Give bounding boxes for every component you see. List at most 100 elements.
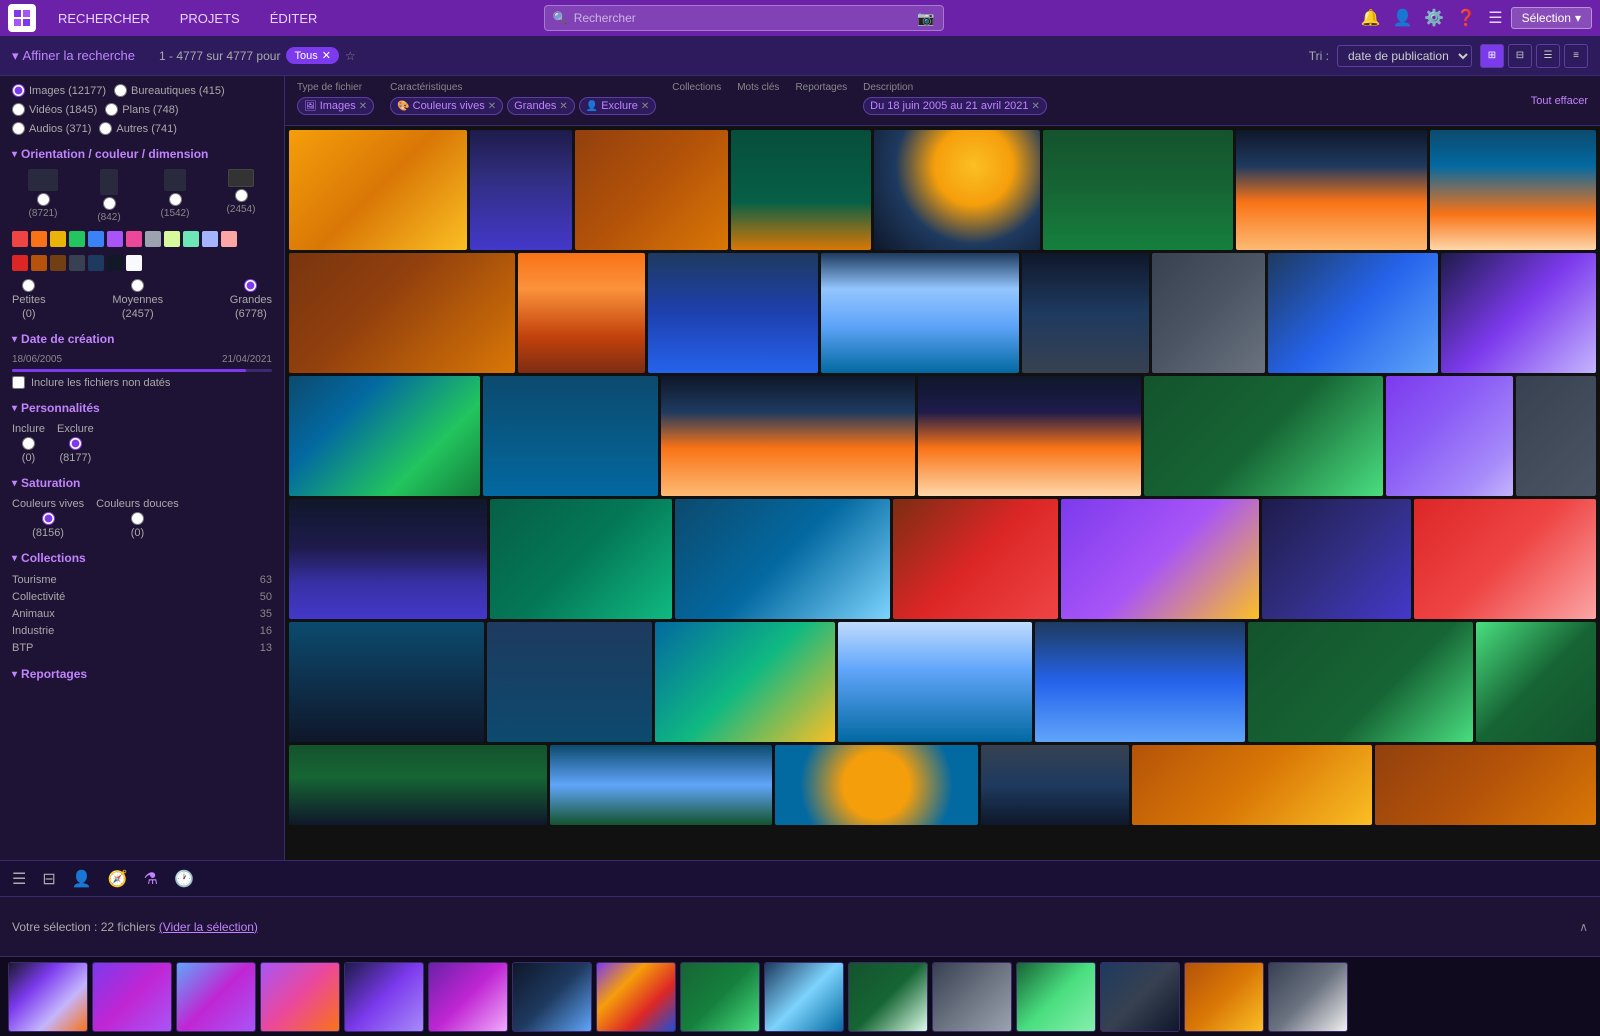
swatch-brown[interactable] [31, 255, 47, 271]
grid-img-6-2[interactable] [550, 745, 771, 825]
collection-btp[interactable]: BTP 13 [12, 641, 272, 655]
grid-img-4-6[interactable] [1262, 499, 1411, 619]
grid-img-3-6[interactable] [1386, 376, 1513, 496]
file-type-bureautiques[interactable]: Bureautiques (415) [114, 84, 225, 97]
orient-radio-0[interactable] [37, 193, 50, 206]
swatch-purple[interactable] [107, 231, 123, 247]
tag-tous-close[interactable]: ✕ [322, 49, 331, 62]
date-title[interactable]: Date de création [12, 332, 272, 346]
orient-box-2[interactable] [164, 169, 186, 191]
swatch-black[interactable] [107, 255, 123, 271]
grid-img-6-6[interactable] [1375, 745, 1596, 825]
view-grid-large[interactable]: ⊞ [1480, 44, 1504, 68]
user-filter-icon[interactable]: 👤 [72, 869, 92, 889]
grid-img-2-1[interactable] [289, 253, 515, 373]
reportages-title[interactable]: Reportages [12, 667, 272, 681]
swatch-red[interactable] [12, 231, 28, 247]
filter-tag-exclure[interactable]: 👤 Exclure ✕ [579, 97, 657, 115]
filter-tag-grandes-close[interactable]: ✕ [559, 101, 567, 112]
file-type-images[interactable]: Images (12177) [12, 84, 106, 97]
grid-img-4-4[interactable] [893, 499, 1058, 619]
detail-view-icon[interactable]: ⊟ [42, 869, 55, 889]
swatch-dark-blue[interactable] [88, 255, 104, 271]
collection-industrie[interactable]: Industrie 16 [12, 624, 272, 638]
sort-select[interactable]: date de publication [1337, 45, 1472, 67]
swatch-salmon[interactable] [221, 231, 237, 247]
tab-projets[interactable]: PROJETS [166, 7, 254, 30]
grid-img-1-3[interactable] [575, 130, 728, 250]
collections-title[interactable]: Collections [12, 551, 272, 565]
view-grid-small[interactable]: ☰ [1536, 44, 1560, 68]
grid-img-1-4[interactable] [731, 130, 871, 250]
grid-img-5-1[interactable] [289, 622, 484, 742]
swatch-indigo[interactable] [202, 231, 218, 247]
swatch-yellow[interactable] [50, 231, 66, 247]
filter-tag-couleurs-close[interactable]: ✕ [488, 101, 496, 112]
grid-img-5-2[interactable] [487, 622, 652, 742]
orient-radio-2[interactable] [169, 193, 182, 206]
refine-button[interactable]: ▾ Affiner la recherche [12, 48, 135, 64]
orientation-title[interactable]: Orientation / couleur / dimension [12, 147, 272, 161]
grid-img-5-4[interactable] [838, 622, 1033, 742]
grid-img-2-4[interactable] [821, 253, 1019, 373]
filter-tag-exclure-close[interactable]: ✕ [641, 101, 649, 112]
size-radio-grandes[interactable] [244, 279, 257, 292]
swatch-orange[interactable] [31, 231, 47, 247]
grid-img-3-5[interactable] [1144, 376, 1383, 496]
orient-radio-1[interactable] [103, 197, 116, 210]
selection-link[interactable]: (Vider la sélection) [159, 920, 258, 934]
tab-rechercher[interactable]: RECHERCHER [44, 7, 164, 30]
thumb-5[interactable] [344, 962, 424, 1032]
thumb-6[interactable] [428, 962, 508, 1032]
file-type-videos[interactable]: Vidéos (1845) [12, 103, 97, 116]
swatch-pink[interactable] [126, 231, 142, 247]
thumb-9[interactable] [680, 962, 760, 1032]
swatch-blue[interactable] [88, 231, 104, 247]
personality-inclure[interactable] [22, 437, 35, 450]
filter-tag-desc-close[interactable]: ✕ [1032, 101, 1040, 112]
grid-img-6-1[interactable] [289, 745, 547, 825]
expand-button[interactable]: ∧ [1579, 920, 1588, 934]
grid-img-5-3[interactable] [655, 622, 835, 742]
thumb-13[interactable] [1016, 962, 1096, 1032]
grid-img-6-4[interactable] [981, 745, 1129, 825]
grid-img-6-5[interactable] [1132, 745, 1372, 825]
grid-img-4-1[interactable] [289, 499, 487, 619]
user-icon[interactable]: 👤 [1392, 8, 1412, 28]
grid-img-1-8[interactable] [1430, 130, 1596, 250]
grid-img-4-2[interactable] [490, 499, 672, 619]
filter-tag-couleurs-vives[interactable]: 🎨 Couleurs vives ✕ [390, 97, 503, 115]
help-icon[interactable]: ❓ [1456, 8, 1476, 28]
thumb-7[interactable] [512, 962, 592, 1032]
grid-img-1-1[interactable] [289, 130, 467, 250]
thumb-14[interactable] [1100, 962, 1180, 1032]
swatch-green[interactable] [69, 231, 85, 247]
grid-img-4-5[interactable] [1061, 499, 1259, 619]
thumb-10[interactable] [764, 962, 844, 1032]
grid-img-1-7[interactable] [1236, 130, 1427, 250]
swatch-dark-gray[interactable] [69, 255, 85, 271]
grid-img-2-3[interactable] [648, 253, 818, 373]
grid-img-2-2[interactable] [518, 253, 645, 373]
grid-img-5-6[interactable] [1248, 622, 1473, 742]
file-type-autres[interactable]: Autres (741) [99, 122, 177, 135]
thumb-12[interactable] [932, 962, 1012, 1032]
grid-img-1-6[interactable] [1043, 130, 1234, 250]
swatch-gray[interactable] [145, 231, 161, 247]
compass-icon[interactable]: 🧭 [108, 869, 128, 889]
menu-icon[interactable]: ☰ [1488, 8, 1502, 28]
grid-img-3-3[interactable] [661, 376, 916, 496]
thumb-1[interactable] [8, 962, 88, 1032]
thumb-15[interactable] [1184, 962, 1264, 1032]
grid-img-5-7[interactable] [1476, 622, 1596, 742]
logo[interactable] [8, 4, 36, 32]
grid-img-3-1[interactable] [289, 376, 480, 496]
grid-img-1-2[interactable] [470, 130, 572, 250]
file-type-plans[interactable]: Plans (748) [105, 103, 178, 116]
tab-editer[interactable]: ÉDITER [256, 7, 332, 30]
view-grid-medium[interactable]: ⊟ [1508, 44, 1532, 68]
sat-radio-vives[interactable] [42, 512, 55, 525]
bell-icon[interactable]: 🔔 [1361, 8, 1381, 28]
selection-button[interactable]: Sélection ▾ [1511, 7, 1592, 29]
orient-box-3[interactable] [228, 169, 254, 187]
